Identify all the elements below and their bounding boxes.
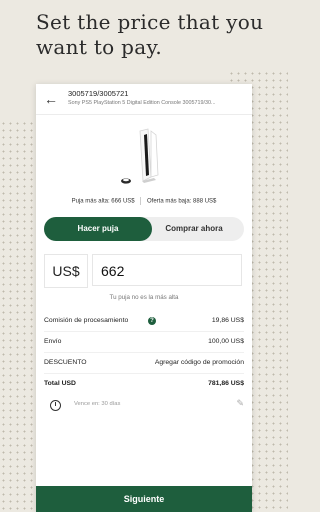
shipping-row: Envío 100,00 US$ [44,332,244,353]
page-headline: Set the price that you want to pay. [36,10,264,59]
shipping-label: Envío [44,338,62,345]
lowest-offer: Oferta más baja: 888 US$ [147,198,217,205]
tab-place-bid[interactable]: Hacer puja [44,217,152,241]
add-promo-code-link[interactable]: Agregar código de promoción [155,353,244,373]
bid-amount-input[interactable]: 662 [92,254,242,286]
processing-fee-row: Comisión de procesamiento ? 19,86 US$ [44,311,244,332]
fee-breakdown: Comisión de procesamiento ? 19,86 US$ En… [44,311,244,394]
total-row: Total USD 781,86 US$ [44,374,244,394]
tab-buy-now[interactable]: Comprar ahora [144,217,244,241]
processing-fee-value: 19,86 US$ [211,317,244,324]
top-bar: ← 3005719/3005721 Sony PS5 PlayStation 5… [36,84,252,115]
currency-label: US$ [44,254,88,288]
processing-fee-label: Comisión de procesamiento [44,317,129,324]
expiration-text: Vence en: 30 días [74,401,121,407]
discount-label: DESCUENTO [44,359,87,366]
purchase-mode-toggle: Hacer puja Comprar ahora [44,217,244,241]
ps5-console-icon [121,128,159,184]
bid-hint: Tu puja no es la más alta [109,294,179,301]
divider [140,197,142,205]
pencil-icon[interactable]: ✎ [236,398,244,409]
total-value: 781,86 US$ [208,380,244,387]
highest-bid: Puja más alta: 666 US$ [71,198,135,205]
shipping-value: 100,00 US$ [208,338,244,345]
back-arrow-icon[interactable]: ← [44,92,58,106]
product-name: Sony PS5 PlayStation 5 Digital Edition C… [68,100,216,106]
clock-icon [50,400,61,411]
info-icon[interactable]: ? [148,317,156,325]
expiration-selector[interactable]: Vence en: 30 días ✎ [44,398,244,418]
total-label: Total USD [44,380,76,387]
background-dots-left [0,120,34,512]
product-image [36,115,252,195]
bid-amount: US$ 662 [44,254,244,288]
discount-row: DESCUENTO Agregar código de promoción [44,353,244,374]
next-button[interactable]: Siguiente [36,486,252,512]
bid-card: ← 3005719/3005721 Sony PS5 PlayStation 5… [36,84,252,512]
product-sku: 3005719/3005721 [68,89,129,98]
price-summary: Puja más alta: 666 US$ Oferta más baja: … [36,195,252,211]
